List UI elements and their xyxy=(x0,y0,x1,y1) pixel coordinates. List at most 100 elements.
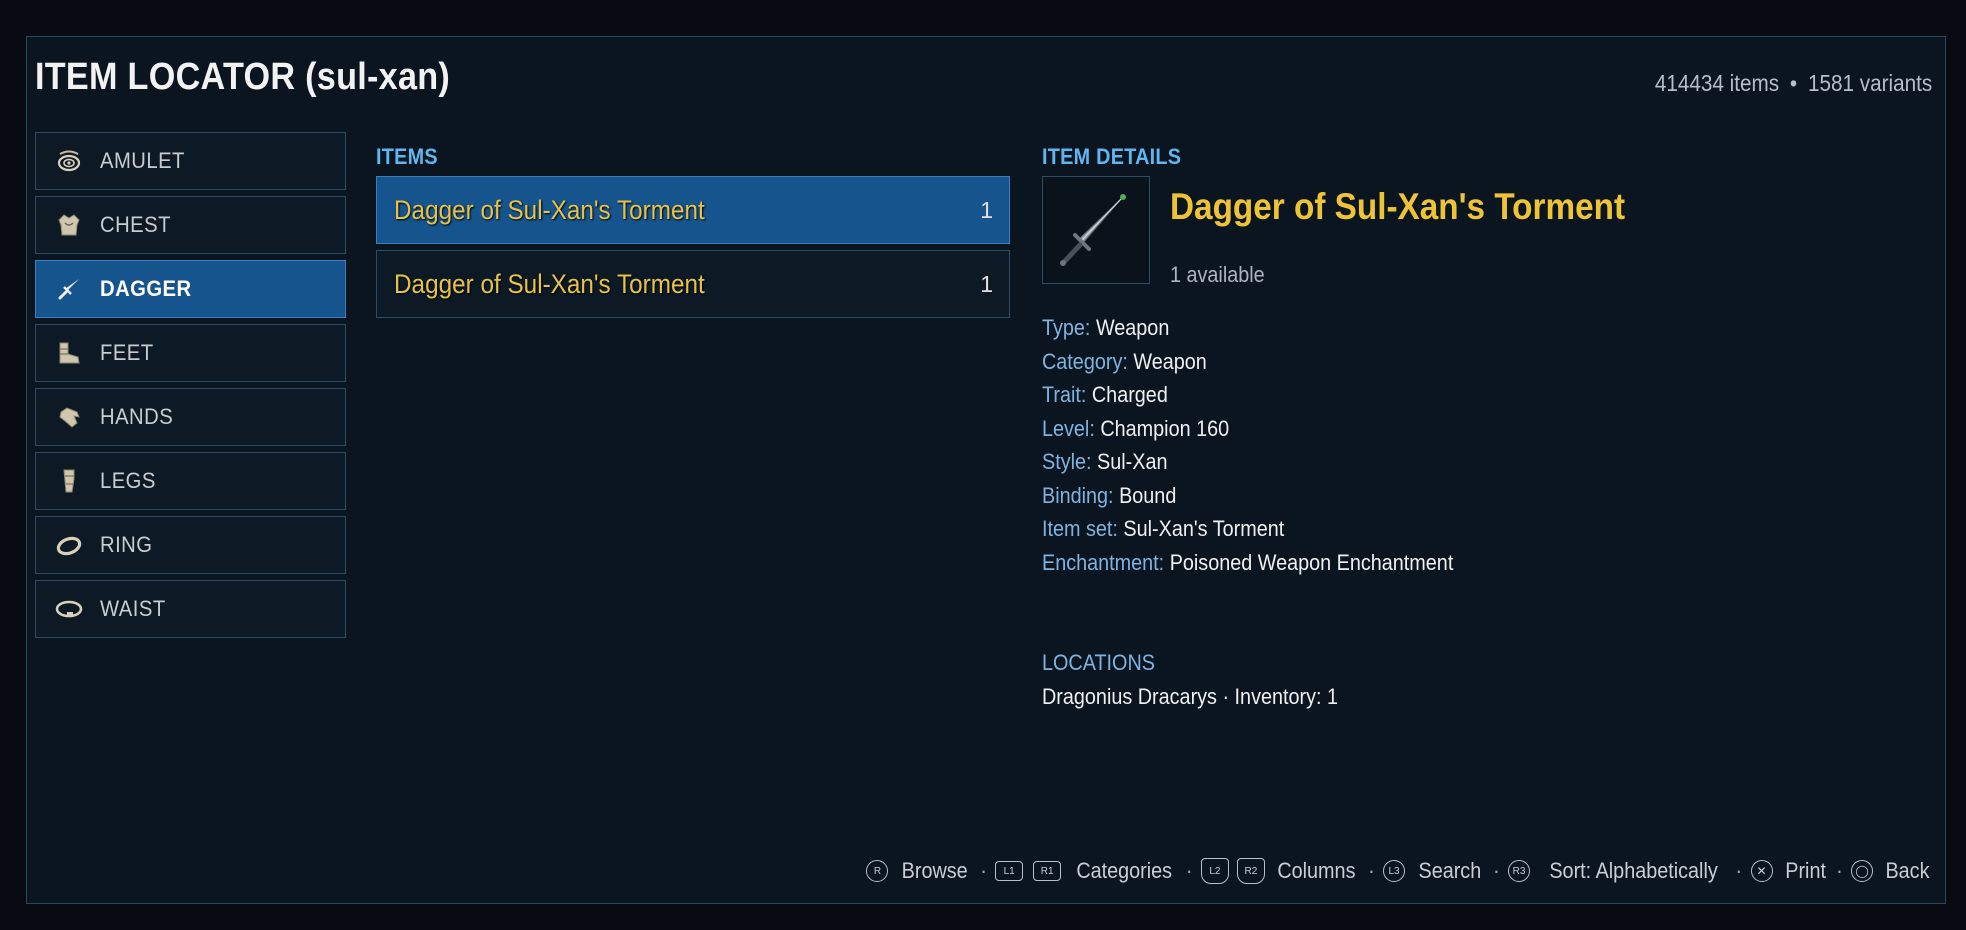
item-properties: Type: Weapon Category: Weapon Trait: Cha… xyxy=(1042,315,1499,583)
item-name: Dagger of Sul-Xan's Torment xyxy=(394,268,705,299)
cross-button-icon: ✕ xyxy=(1750,860,1773,882)
hint-label: Search xyxy=(1418,858,1482,883)
chest-armor-icon xyxy=(54,210,84,240)
hint-print[interactable]: ✕ Print xyxy=(1750,858,1828,884)
items-list: Dagger of Sul-Xan's Torment 1 Dagger of … xyxy=(376,176,1010,324)
bullet-separator: • xyxy=(1789,70,1797,96)
dagger-image-icon xyxy=(1060,194,1126,266)
hint-back[interactable]: ◯ Back xyxy=(1851,858,1932,884)
category-waist[interactable]: WAIST xyxy=(35,580,346,638)
hint-browse[interactable]: R Browse xyxy=(866,858,971,884)
leg-armor-icon xyxy=(54,466,84,496)
category-label: AMULET xyxy=(100,148,185,173)
property-value: Poisoned Weapon Enchantment xyxy=(1169,549,1454,575)
property-value: Weapon xyxy=(1133,348,1207,374)
category-list: AMULET CHEST DAGGER FEET HANDS LEGS RING… xyxy=(35,132,346,644)
r3-button-icon: R3 xyxy=(1508,860,1531,882)
property-value: Weapon xyxy=(1095,315,1170,340)
category-label: FEET xyxy=(100,340,154,365)
item-detail-name: Dagger of Sul-Xan's Torment xyxy=(1170,186,1626,227)
ring-icon xyxy=(54,530,84,560)
category-label: RING xyxy=(100,532,153,557)
property-key: Style: xyxy=(1042,449,1092,474)
category-label: HANDS xyxy=(100,404,174,429)
property-enchantment: Enchantment: Poisoned Weapon Enchantment xyxy=(1042,550,1453,584)
right-stick-icon: R xyxy=(866,860,889,882)
hint-search[interactable]: L3 Search xyxy=(1383,858,1485,884)
amulet-icon xyxy=(54,146,84,176)
item-row[interactable]: Dagger of Sul-Xan's Torment 1 xyxy=(376,176,1010,244)
property-key: Trait: xyxy=(1042,382,1087,407)
circle-button-icon: ◯ xyxy=(1851,860,1874,882)
glove-icon xyxy=(54,402,84,432)
r1-button-icon: R1 xyxy=(1033,861,1062,881)
property-key: Item set: xyxy=(1042,516,1118,541)
item-name: Dagger of Sul-Xan's Torment xyxy=(394,194,705,225)
l2-button-icon: L2 xyxy=(1200,858,1229,884)
hint-categories[interactable]: L1 R1 Categories xyxy=(995,858,1177,884)
property-value: Sul-Xan's Torment xyxy=(1123,516,1285,541)
item-row[interactable]: Dagger of Sul-Xan's Torment 1 xyxy=(376,250,1010,318)
dagger-icon xyxy=(54,274,84,304)
hint-sort[interactable]: R3 Sort: Alphabetically xyxy=(1508,858,1727,884)
boot-icon xyxy=(54,338,84,368)
item-details-heading: ITEM DETAILS xyxy=(1042,144,1182,169)
property-value: Champion 160 xyxy=(1100,415,1230,441)
hint-separator: · xyxy=(1367,858,1376,883)
hint-label: Sort: Alphabetically xyxy=(1549,858,1718,883)
category-amulet[interactable]: AMULET xyxy=(35,132,346,190)
property-key: Category: xyxy=(1042,348,1128,374)
property-level: Level: Champion 160 xyxy=(1042,416,1453,450)
property-binding: Binding: Bound xyxy=(1042,483,1453,517)
property-key: Level: xyxy=(1042,415,1095,441)
category-feet[interactable]: FEET xyxy=(35,324,346,382)
hint-separator: · xyxy=(1835,858,1844,883)
locations-heading: LOCATIONS xyxy=(1042,650,1155,675)
property-value: Bound xyxy=(1119,482,1177,508)
property-value: Sul-Xan xyxy=(1097,449,1168,474)
hint-separator: · xyxy=(1492,858,1501,883)
item-quantity: 1 xyxy=(980,196,993,223)
property-trait: Trait: Charged xyxy=(1042,382,1453,416)
hint-label: Browse xyxy=(902,858,969,883)
property-type: Type: Weapon xyxy=(1042,315,1453,349)
hint-separator: · xyxy=(1735,858,1743,883)
category-hands[interactable]: HANDS xyxy=(35,388,346,446)
hint-label: Categories xyxy=(1076,858,1173,883)
page-title: ITEM LOCATOR (sul-xan) xyxy=(35,56,451,98)
items-heading: ITEMS xyxy=(376,144,438,169)
controller-hints: R Browse · L1 R1 Categories · L2 R2 Columns ·… xyxy=(866,854,1932,888)
l1-button-icon: L1 xyxy=(995,861,1024,881)
category-ring[interactable]: RING xyxy=(35,516,346,574)
property-key: Type: xyxy=(1042,315,1091,340)
items-count: 414434 items xyxy=(1654,70,1779,96)
hint-label: Back xyxy=(1885,858,1930,883)
property-key: Enchantment: xyxy=(1042,549,1165,575)
hint-columns[interactable]: L2 R2 Columns xyxy=(1200,858,1360,884)
category-chest[interactable]: CHEST xyxy=(35,196,346,254)
l3-button-icon: L3 xyxy=(1383,860,1406,882)
property-item-set: Item set: Sul-Xan's Torment xyxy=(1042,516,1453,550)
hint-label: Print xyxy=(1784,858,1826,883)
property-key: Binding: xyxy=(1042,482,1114,508)
category-label: WAIST xyxy=(100,596,166,621)
hint-separator: · xyxy=(979,858,988,883)
hint-separator: · xyxy=(1185,858,1193,883)
belt-icon xyxy=(54,594,84,624)
category-label: LEGS xyxy=(100,468,156,493)
location-entry: Dragonius Dracarys · Inventory: 1 xyxy=(1042,684,1339,709)
category-dagger[interactable]: DAGGER xyxy=(35,260,346,318)
item-counts: 414434 items • 1581 variants xyxy=(1655,70,1932,97)
item-thumbnail xyxy=(1042,176,1150,284)
hint-label: Columns xyxy=(1277,858,1356,883)
item-availability: 1 available xyxy=(1170,262,1265,287)
item-quantity: 1 xyxy=(980,270,993,297)
property-value: Charged xyxy=(1091,382,1168,407)
category-label: DAGGER xyxy=(100,276,192,301)
category-legs[interactable]: LEGS xyxy=(35,452,346,510)
property-category: Category: Weapon xyxy=(1042,349,1453,383)
category-label: CHEST xyxy=(100,212,171,237)
r2-button-icon: R2 xyxy=(1236,858,1265,884)
variants-count: 1581 variants xyxy=(1807,70,1932,96)
property-style: Style: Sul-Xan xyxy=(1042,449,1453,483)
